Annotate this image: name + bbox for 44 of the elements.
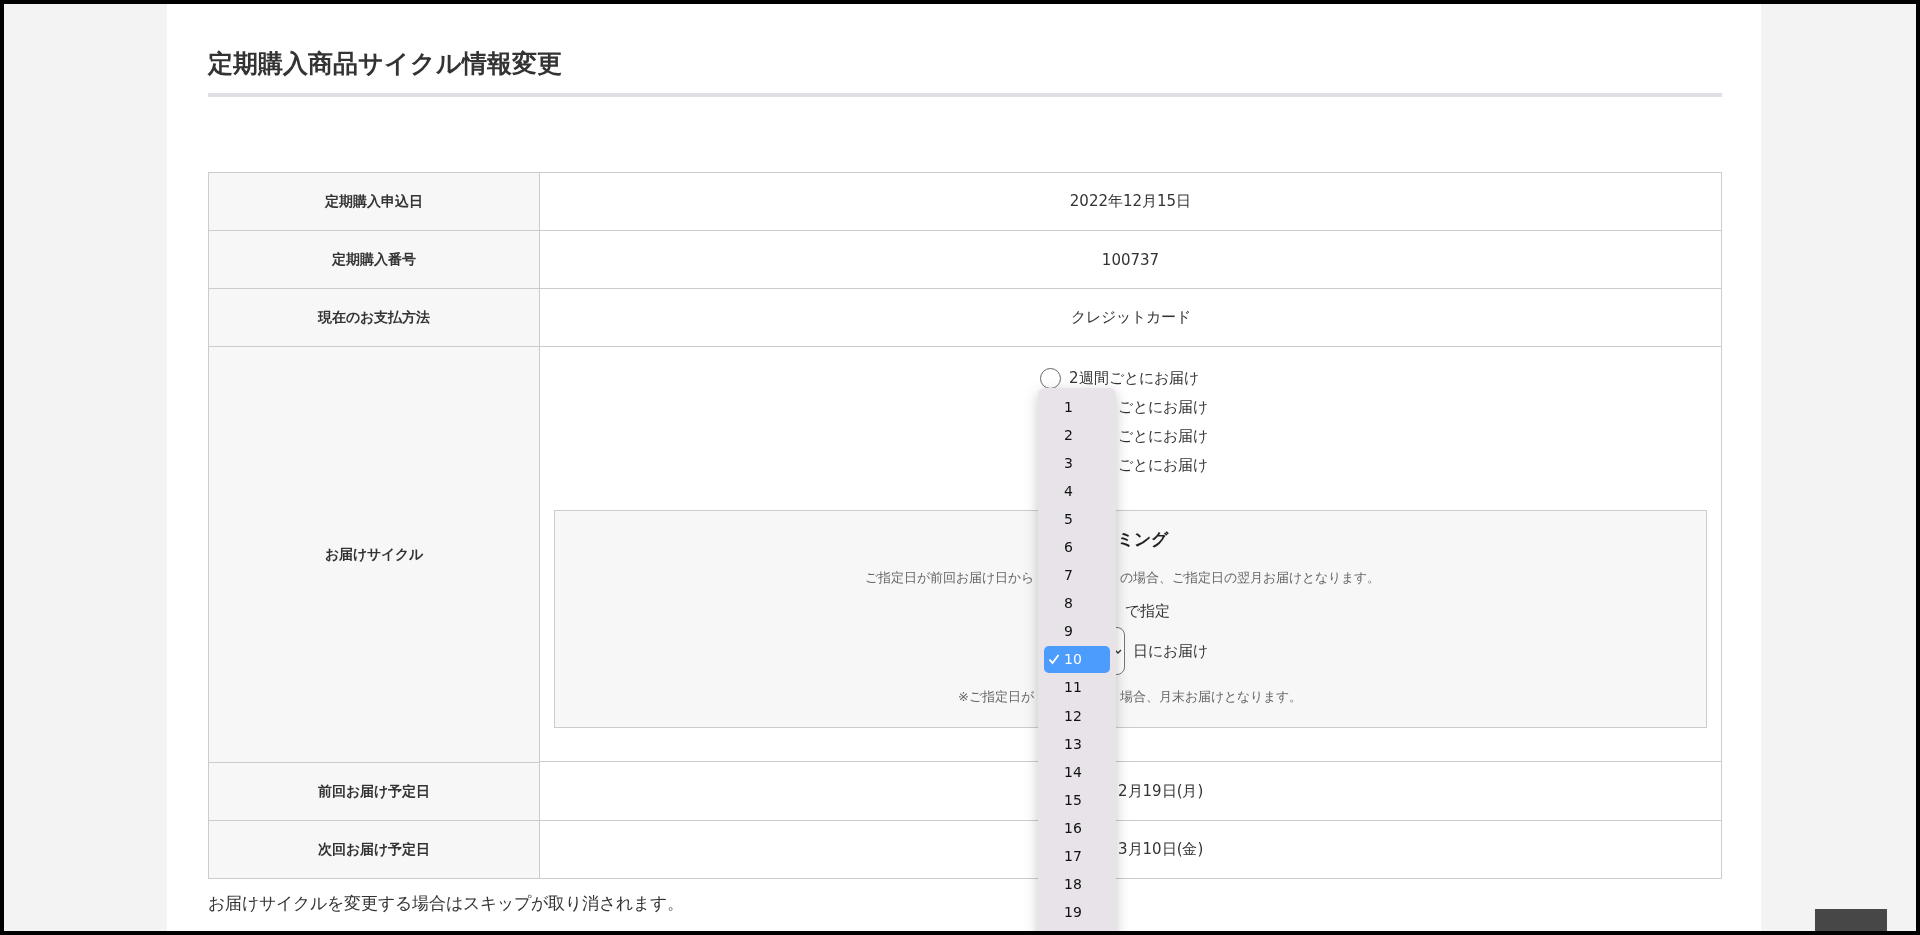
option-label: 2週間ごとにお届け: [1069, 369, 1199, 388]
menu-item[interactable]: 9: [1044, 617, 1110, 645]
menu-item[interactable]: 1: [1044, 393, 1110, 420]
row-value: 3月10日(金): [1117, 840, 1205, 859]
row-label: 前回お届け予定日: [209, 763, 540, 821]
menu-item[interactable]: 3: [1044, 449, 1110, 477]
row-label: 定期購入申込日: [209, 173, 540, 231]
row-value: 2月19日(月): [1117, 782, 1205, 801]
note-text: ※ご指定日が: [958, 688, 1035, 706]
row-value: 2022年12月15日: [540, 173, 1721, 231]
menu-item[interactable]: 11: [1044, 673, 1110, 701]
menu-item[interactable]: 14: [1044, 758, 1110, 786]
option-label: ごとにお届け: [1118, 398, 1208, 417]
suffix-label: 日にお届け: [1133, 641, 1208, 661]
menu-item[interactable]: 2: [1044, 421, 1110, 449]
menu-item[interactable]: 15: [1044, 786, 1110, 814]
check-icon: [1048, 653, 1060, 666]
menu-item[interactable]: 5: [1044, 505, 1110, 533]
footer-note: お届けサイクルを変更する場合はスキップが取り消されます。: [208, 892, 684, 915]
note-text: の場合、ご指定日の翌月お届けとなります。: [1120, 569, 1380, 587]
menu-item[interactable]: 12: [1044, 702, 1110, 730]
page-title: 定期購入商品サイクル情報変更: [208, 48, 563, 80]
menu-item[interactable]: 8: [1044, 589, 1110, 617]
menu-item[interactable]: 13: [1044, 730, 1110, 758]
menu-item[interactable]: 6: [1044, 533, 1110, 561]
menu-item[interactable]: 17: [1044, 842, 1110, 870]
row-label: 現在のお支払方法: [209, 289, 540, 347]
row-value: 100737: [540, 231, 1721, 289]
panel-title: ミング: [1117, 527, 1168, 551]
method-label: で指定: [1125, 601, 1170, 621]
note-text: 場合、月末お届けとなります。: [1120, 688, 1302, 706]
radio-button[interactable]: [1040, 368, 1061, 389]
option-label: ごとにお届け: [1118, 456, 1208, 475]
menu-item[interactable]: 16: [1044, 814, 1110, 842]
option-label: ごとにお届け: [1118, 427, 1208, 446]
row-label: 定期購入番号: [209, 231, 540, 289]
menu-item[interactable]: 19: [1044, 898, 1110, 926]
row-label: お届けサイクル: [209, 347, 540, 763]
row-value: クレジットカード: [540, 289, 1721, 347]
menu-item[interactable]: 4: [1044, 477, 1110, 505]
menu-item[interactable]: 7: [1044, 561, 1110, 589]
row-label: 次回お届け予定日: [209, 821, 540, 878]
menu-item[interactable]: 18: [1044, 870, 1110, 898]
note-text: ご指定日が前回お届け日から: [865, 569, 1035, 587]
